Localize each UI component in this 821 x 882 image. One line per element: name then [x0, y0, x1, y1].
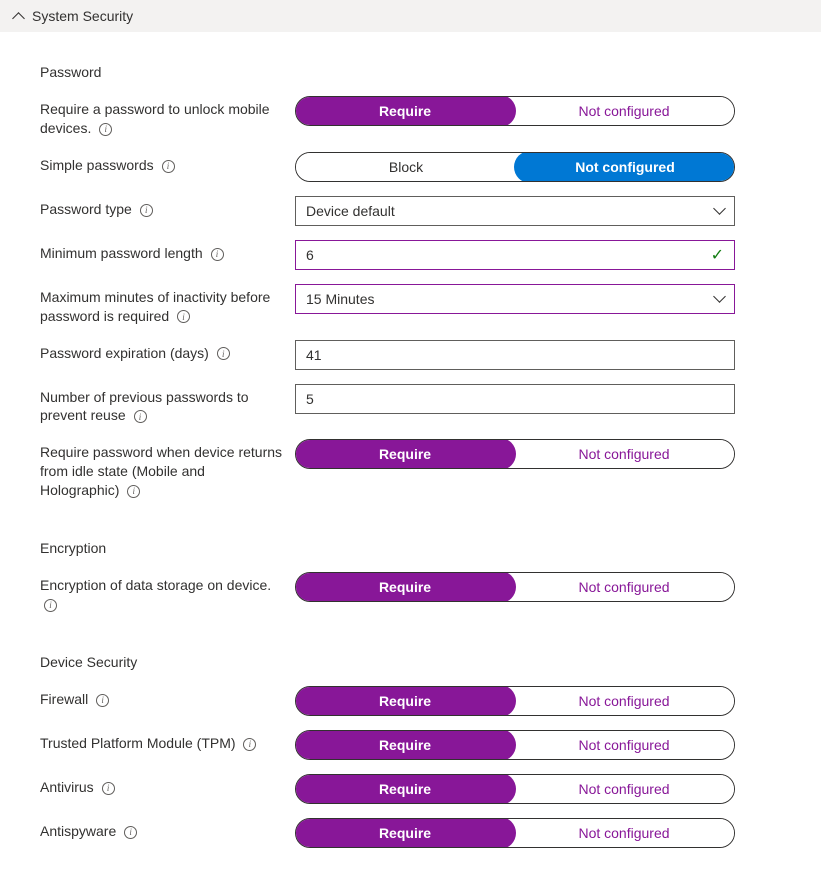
label-require-idle: Require password when device returns fro… — [40, 439, 295, 500]
info-icon[interactable] — [134, 410, 147, 423]
subsection-device-security-title: Device Security — [40, 654, 781, 670]
select-max-inactivity[interactable]: 15 Minutes — [295, 284, 735, 314]
info-icon[interactable] — [243, 738, 256, 751]
row-require-idle: Require password when device returns fro… — [40, 439, 781, 500]
subsection-password-title: Password — [40, 64, 781, 80]
toggle-opt-require[interactable]: Require — [295, 730, 515, 760]
row-tpm: Trusted Platform Module (TPM) Require No… — [40, 730, 781, 760]
row-password-type: Password type Device default — [40, 196, 781, 226]
label-prev-passwords: Number of previous passwords to prevent … — [40, 384, 295, 426]
label-password-type: Password type — [40, 196, 295, 219]
section-header[interactable]: System Security — [0, 0, 821, 32]
info-icon[interactable] — [211, 248, 224, 261]
chevron-down-icon — [715, 204, 724, 217]
toggle-opt-notconf[interactable]: Not configured — [514, 731, 734, 759]
label-encryption-storage: Encryption of data storage on device. — [40, 572, 295, 614]
toggle-opt-require[interactable]: Require — [295, 774, 515, 804]
input-prev-passwords[interactable] — [295, 384, 735, 414]
select-max-inactivity-value: 15 Minutes — [306, 291, 374, 307]
checkmark-icon: ✓ — [711, 245, 724, 265]
toggle-opt-notconf[interactable]: Not configured — [514, 440, 734, 468]
toggle-tpm: Require Not configured — [295, 730, 735, 760]
toggle-opt-require[interactable]: Require — [295, 439, 515, 469]
info-icon[interactable] — [102, 782, 115, 795]
chevron-down-icon — [715, 292, 724, 305]
subsection-encryption-title: Encryption — [40, 540, 781, 556]
row-antivirus: Antivirus Require Not configured — [40, 774, 781, 804]
toggle-antivirus: Require Not configured — [295, 774, 735, 804]
chevron-up-icon — [12, 10, 24, 22]
toggle-opt-notconf[interactable]: Not configured — [514, 819, 734, 847]
toggle-firewall: Require Not configured — [295, 686, 735, 716]
toggle-opt-notconf[interactable]: Not configured — [514, 775, 734, 803]
toggle-opt-require[interactable]: Require — [295, 96, 515, 126]
input-min-length[interactable]: 6 ✓ — [295, 240, 735, 270]
row-min-length: Minimum password length 6 ✓ — [40, 240, 781, 270]
label-expiration: Password expiration (days) — [40, 340, 295, 363]
toggle-require-unlock: Require Not configured — [295, 96, 735, 126]
toggle-opt-require[interactable]: Require — [295, 572, 515, 602]
toggle-require-idle: Require Not configured — [295, 439, 735, 469]
label-antivirus: Antivirus — [40, 774, 295, 797]
row-require-unlock: Require a password to unlock mobile devi… — [40, 96, 781, 138]
info-icon[interactable] — [217, 347, 230, 360]
info-icon[interactable] — [177, 310, 190, 323]
info-icon[interactable] — [124, 826, 137, 839]
content-area: Password Require a password to unlock mo… — [0, 32, 821, 882]
select-password-type[interactable]: Device default — [295, 196, 735, 226]
row-firewall: Firewall Require Not configured — [40, 686, 781, 716]
toggle-opt-notconf[interactable]: Not configured — [514, 97, 734, 125]
label-max-inactivity: Maximum minutes of inactivity before pas… — [40, 284, 295, 326]
toggle-opt-notconf[interactable]: Not configured — [515, 152, 735, 182]
select-password-type-value: Device default — [306, 203, 395, 219]
info-icon[interactable] — [140, 204, 153, 217]
input-min-length-value: 6 — [306, 247, 314, 263]
input-expiration[interactable] — [295, 340, 735, 370]
toggle-opt-notconf[interactable]: Not configured — [514, 573, 734, 601]
label-simple-passwords: Simple passwords — [40, 152, 295, 175]
label-min-length: Minimum password length — [40, 240, 295, 263]
label-antispyware: Antispyware — [40, 818, 295, 841]
toggle-opt-require[interactable]: Require — [295, 686, 515, 716]
toggle-simple-passwords: Block Not configured — [295, 152, 735, 182]
row-antispyware: Antispyware Require Not configured — [40, 818, 781, 848]
toggle-opt-block[interactable]: Block — [296, 153, 516, 181]
info-icon[interactable] — [99, 123, 112, 136]
section-title: System Security — [32, 8, 133, 24]
row-encryption-storage: Encryption of data storage on device. Re… — [40, 572, 781, 614]
row-simple-passwords: Simple passwords Block Not configured — [40, 152, 781, 182]
label-require-unlock: Require a password to unlock mobile devi… — [40, 96, 295, 138]
row-prev-passwords: Number of previous passwords to prevent … — [40, 384, 781, 426]
label-tpm: Trusted Platform Module (TPM) — [40, 730, 295, 753]
toggle-antispyware: Require Not configured — [295, 818, 735, 848]
toggle-opt-require[interactable]: Require — [295, 818, 515, 848]
info-icon[interactable] — [127, 485, 140, 498]
info-icon[interactable] — [96, 694, 109, 707]
row-max-inactivity: Maximum minutes of inactivity before pas… — [40, 284, 781, 326]
row-expiration: Password expiration (days) — [40, 340, 781, 370]
toggle-encryption-storage: Require Not configured — [295, 572, 735, 602]
info-icon[interactable] — [162, 160, 175, 173]
toggle-opt-notconf[interactable]: Not configured — [514, 687, 734, 715]
info-icon[interactable] — [44, 599, 57, 612]
label-firewall: Firewall — [40, 686, 295, 709]
